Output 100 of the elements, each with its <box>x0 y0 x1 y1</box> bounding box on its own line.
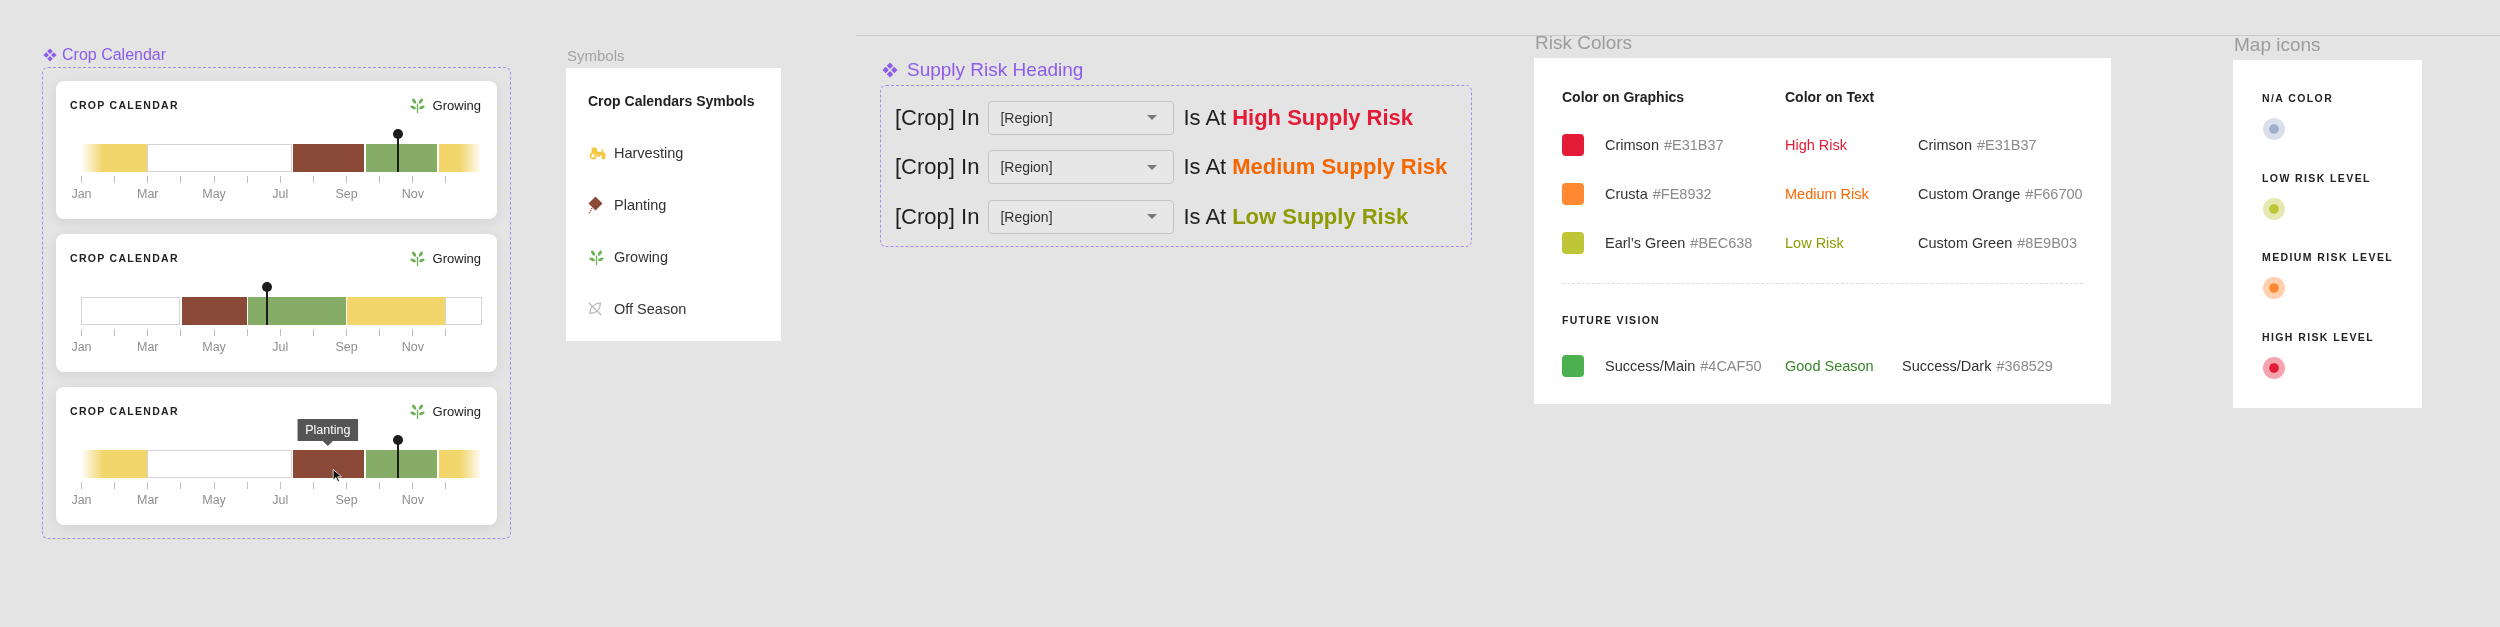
tooltip: Planting <box>297 419 359 446</box>
color-name: Crusta <box>1605 186 1648 202</box>
tick-mark <box>379 482 381 489</box>
caret-icon <box>1147 164 1158 170</box>
map-marker-icon <box>2262 355 2286 380</box>
legend-label: Growing <box>614 249 668 265</box>
tick-mark <box>246 482 248 489</box>
color-name: Crimson <box>1918 137 1972 153</box>
connector-text: Is At <box>1183 203 1227 230</box>
tick-mark <box>445 329 447 336</box>
map-marker-icon <box>2262 276 2286 300</box>
month-label: May <box>202 340 226 354</box>
hex-code: #BEC638 <box>1690 235 1753 251</box>
tick-mark <box>312 482 314 489</box>
status-label: Growing <box>432 250 481 266</box>
tick-mark <box>114 482 116 489</box>
card-title: CROP CALENDAR <box>70 405 179 417</box>
hex-code: #4CAF50 <box>1700 358 1762 374</box>
risk-level-text: High Supply Risk <box>1232 104 1414 131</box>
connector-text: Is At <box>1183 104 1227 131</box>
tick-mark <box>180 482 182 489</box>
month-label: Jul <box>272 187 289 201</box>
tick-mark <box>213 482 215 489</box>
caret-icon <box>1147 214 1158 219</box>
card-title: CROP CALENDAR <box>70 252 179 264</box>
section-title: Supply Risk Heading <box>907 59 1084 81</box>
tick-mark <box>279 329 281 336</box>
marker-label: LOW RISK LEVEL <box>2262 170 2371 185</box>
map-marker-icon <box>2262 196 2286 221</box>
hex-code: #F66700 <box>2025 186 2083 202</box>
map-marker-icon <box>2262 117 2286 141</box>
risk-text-sample: Medium Risk <box>1785 186 1869 202</box>
tick-mark <box>246 329 248 336</box>
color-name: Success/Dark <box>1902 358 1992 374</box>
month-label: Nov <box>401 340 424 354</box>
sprout-icon <box>408 97 426 113</box>
risk-level-text: Medium Supply Risk <box>1232 154 1448 180</box>
hex-code: #368529 <box>1996 358 2053 374</box>
column-header: Color on Graphics <box>1562 88 1686 106</box>
month-label: Jul <box>272 340 289 354</box>
month-label: Mar <box>137 340 159 354</box>
month-label: May <box>202 187 226 201</box>
tick-mark <box>246 176 248 183</box>
tick-mark <box>412 176 414 183</box>
tick-mark <box>379 176 381 183</box>
region-select[interactable]: [Region] <box>988 100 1175 135</box>
section-label: Symbols <box>566 47 626 64</box>
marker-label: N/A COLOR <box>2262 91 2334 105</box>
tick-mark <box>213 329 215 336</box>
sprout-icon <box>408 250 426 266</box>
month-label: Sep <box>335 340 358 354</box>
legend-label: Off Season <box>614 301 687 317</box>
subsection-title: FUTURE VISION <box>1562 312 1661 327</box>
tick-mark <box>346 329 348 336</box>
marker-label: MEDIUM RISK LEVEL <box>2262 250 2394 264</box>
risk-text-sample: High Risk <box>1785 137 1848 153</box>
tick-mark <box>213 176 215 183</box>
legend-label: Harvesting <box>614 145 684 161</box>
hex-code: #E31B37 <box>1977 137 2037 153</box>
legend-label: Planting <box>614 197 667 213</box>
tick-mark <box>180 176 182 183</box>
month-label: Sep <box>335 187 358 201</box>
month-label: Sep <box>335 493 358 507</box>
tick-mark <box>412 482 414 489</box>
hex-code: #FE8932 <box>1652 186 1712 202</box>
tick-mark <box>312 176 314 183</box>
sprout-icon <box>588 249 605 265</box>
month-label: May <box>202 493 226 507</box>
tick-mark <box>81 482 82 489</box>
tick-mark <box>412 329 414 336</box>
hex-code: #E31B37 <box>1664 137 1724 153</box>
section-title: Crop Calendar <box>62 46 167 64</box>
tick-mark <box>81 176 82 183</box>
tick-mark <box>147 329 149 336</box>
month-label: Jan <box>71 493 92 507</box>
panel-heading: Crop Calendars Symbols <box>588 92 756 110</box>
region-select[interactable]: [Region] <box>988 199 1175 234</box>
column-header: Color on Text <box>1785 88 1876 106</box>
tick-mark <box>180 329 182 336</box>
color-name: Custom Orange <box>1918 186 2021 202</box>
crop-text: [Crop] In <box>895 104 980 131</box>
component-icon <box>882 62 898 78</box>
tick-mark <box>279 176 281 183</box>
color-name: Custom Green <box>1918 235 2013 251</box>
crop-text: [Crop] In <box>895 203 980 230</box>
color-name: Earl’s Green <box>1605 235 1686 251</box>
connector-text: Is At <box>1183 154 1227 180</box>
month-label: Nov <box>401 187 424 201</box>
marker-label: HIGH RISK LEVEL <box>2262 329 2374 344</box>
month-label: Jul <box>272 493 289 507</box>
caret-icon <box>1147 115 1158 120</box>
month-label: Jan <box>71 187 92 201</box>
region-select[interactable]: [Region] <box>988 150 1175 184</box>
color-name: Success/Main <box>1605 358 1696 374</box>
tick-mark <box>147 482 149 489</box>
section-label: Risk Colors <box>1534 36 1634 50</box>
tick-mark <box>379 329 381 336</box>
risk-text-sample: Low Risk <box>1785 235 1844 251</box>
tractor-icon <box>588 146 608 160</box>
status-label: Growing <box>432 97 481 113</box>
